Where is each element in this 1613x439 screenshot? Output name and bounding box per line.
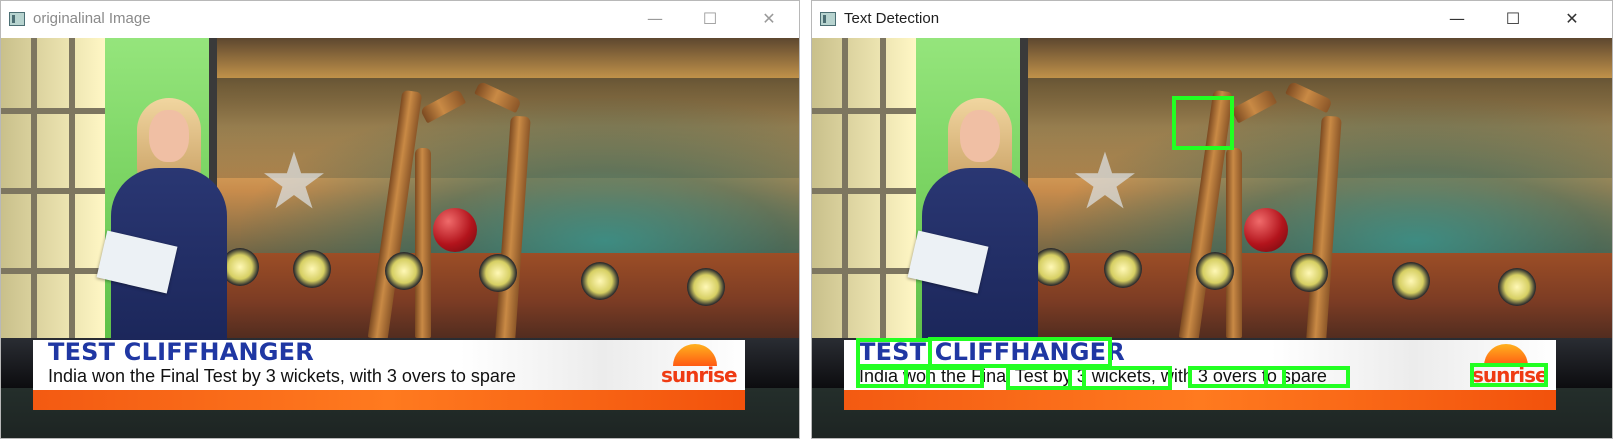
detection-box [928, 337, 1112, 368]
studio-window [1, 38, 105, 378]
detection-box [856, 338, 932, 368]
subline: India won the Final Test by 3 wickets, w… [48, 366, 516, 386]
detection-box [1264, 366, 1350, 388]
image-viewport: ★ TEST CLIFFHANGER India won the Final T… [1, 38, 799, 438]
cricket-ball [1244, 208, 1288, 252]
close-button[interactable]: ✕ [746, 5, 792, 33]
stage-light-icon [1392, 262, 1430, 300]
stage-light-icon [1498, 268, 1536, 306]
window-mullion [1, 188, 105, 194]
stage-light-icon [479, 254, 517, 292]
maximize-button[interactable]: ☐ [1490, 5, 1536, 33]
title-bar[interactable]: originalinal Image — ☐ ✕ [1, 1, 799, 37]
broadcast-frame: ★ TEST CLIFFHANGER India won the Final T… [812, 38, 1612, 438]
window-mullion [880, 38, 886, 378]
cricket-ball [433, 208, 477, 252]
stage-light-icon [1196, 252, 1234, 290]
stage-light-icon [293, 250, 331, 288]
detection-box [904, 366, 984, 388]
detection-box [1068, 366, 1172, 390]
window-mullion [1, 108, 105, 114]
stage-light-icon [581, 262, 619, 300]
presenter [910, 98, 1060, 358]
minimize-button[interactable]: — [1434, 5, 1480, 33]
close-button[interactable]: ✕ [1549, 5, 1595, 33]
detection-box [1172, 96, 1234, 150]
lower-third-bar [844, 390, 1556, 410]
presenter [99, 98, 249, 358]
detection-box [1470, 363, 1548, 387]
window-mullion [812, 108, 916, 114]
headline: TEST CLIFFHANGER [48, 338, 314, 366]
presenter-face [960, 110, 1000, 162]
presenter-face [149, 110, 189, 162]
stump [415, 148, 431, 338]
stage-light-icon [1104, 250, 1142, 288]
title-bar[interactable]: Text Detection — ☐ ✕ [812, 1, 1612, 37]
stage-light-icon [385, 252, 423, 290]
image-viewport: ★ TEST CLIFFHANGER India won the Final T… [812, 38, 1612, 438]
window-mullion [1, 268, 105, 274]
broadcast-frame: ★ TEST CLIFFHANGER India won the Final T… [1, 38, 799, 438]
stage-light-icon [687, 268, 725, 306]
window-title: Text Detection [844, 10, 940, 27]
studio-window [812, 38, 916, 378]
window-mullion [812, 188, 916, 194]
window-mullion [812, 268, 916, 274]
window-title: originalinal Image [33, 10, 151, 27]
stage-light-icon [1290, 254, 1328, 292]
text-detection-window: Text Detection — ☐ ✕ ★ TEST CLIFFHANGER … [811, 0, 1613, 439]
window-mullion [31, 38, 37, 378]
original-image-window: originalinal Image — ☐ ✕ ★ TEST CLIFFHAN… [0, 0, 800, 439]
lower-third-bar [33, 390, 745, 410]
minimize-button[interactable]: — [632, 5, 678, 33]
star-icon: ★ [259, 137, 329, 227]
star-icon: ★ [1070, 137, 1140, 227]
maximize-button[interactable]: ☐ [687, 5, 733, 33]
stump [1226, 148, 1242, 338]
app-icon [820, 12, 836, 26]
app-icon [9, 12, 25, 26]
window-mullion [69, 38, 75, 378]
logo-text: sunrise [661, 363, 738, 387]
window-mullion [842, 38, 848, 378]
